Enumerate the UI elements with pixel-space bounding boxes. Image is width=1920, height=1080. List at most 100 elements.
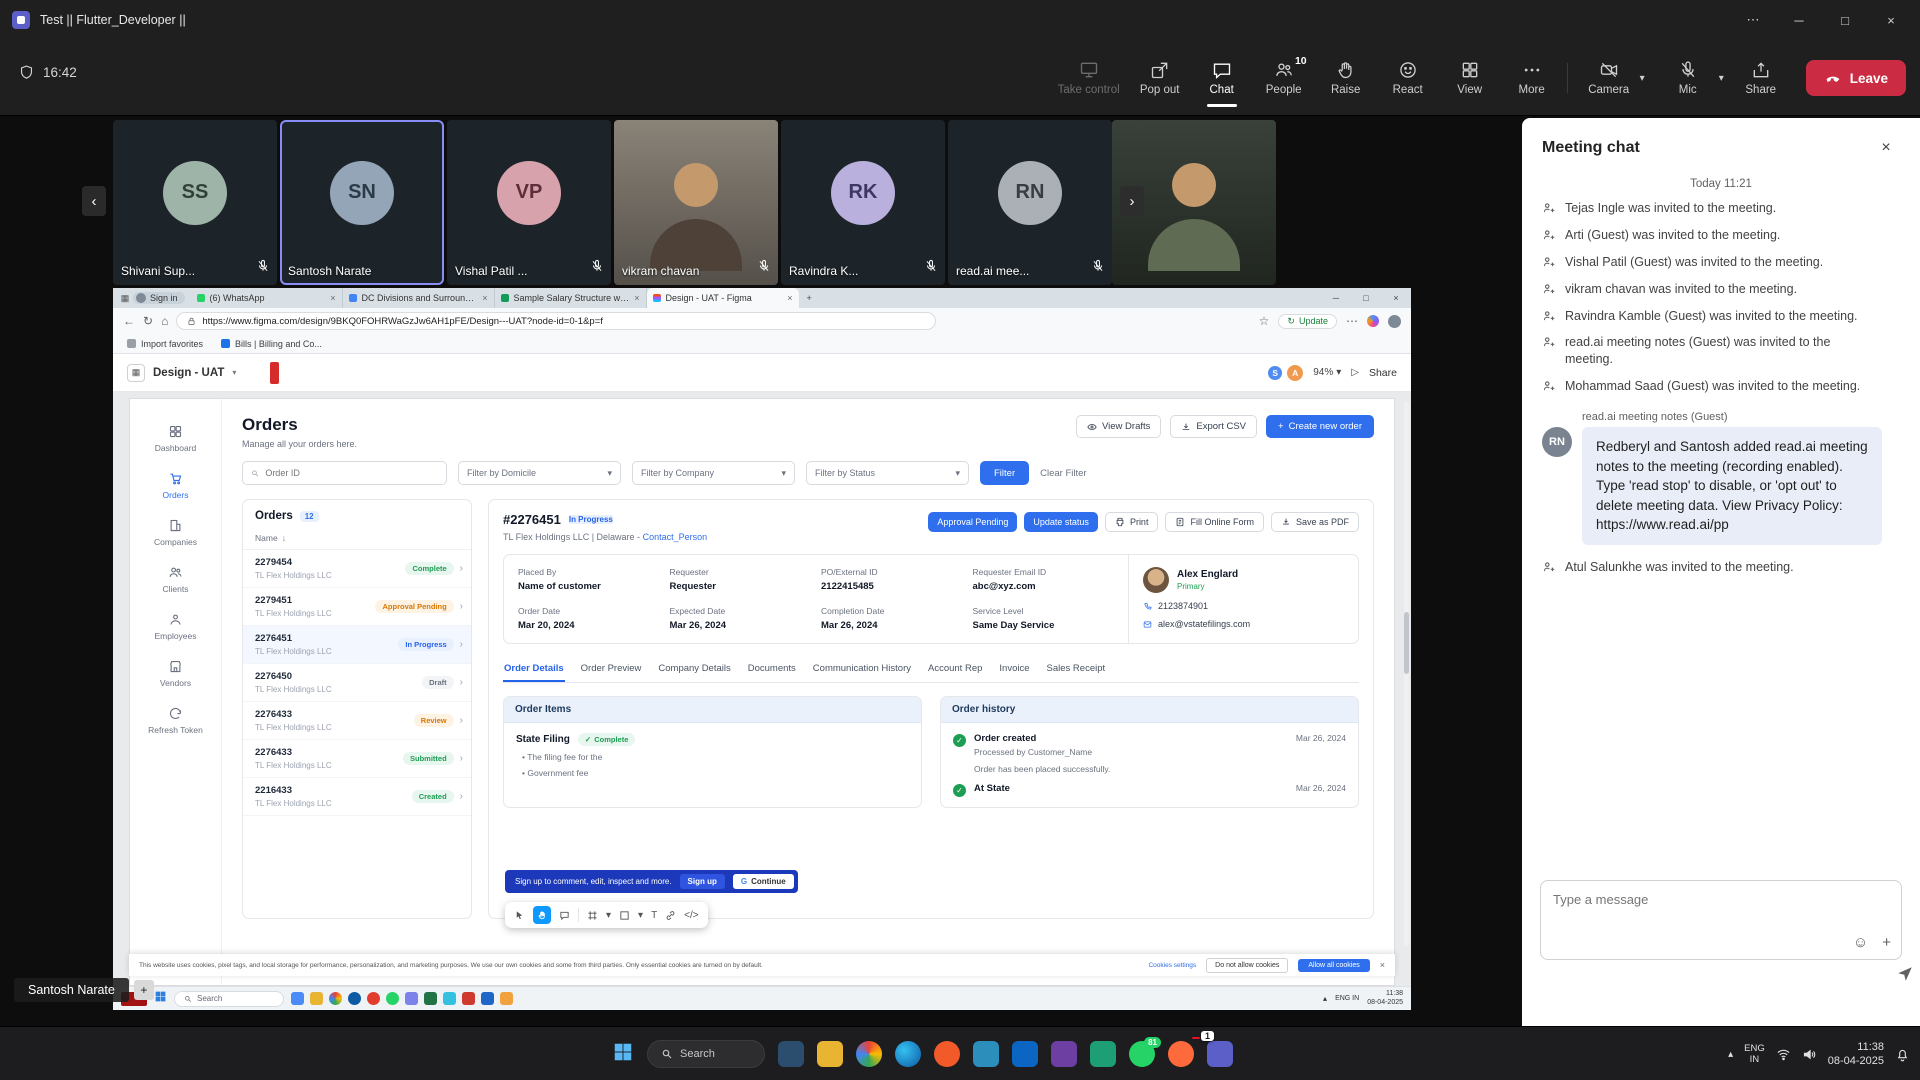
- sidebar-item-employees[interactable]: Employees: [130, 603, 221, 650]
- order-id-input[interactable]: [265, 468, 438, 478]
- contact-phone[interactable]: 2123874901: [1143, 601, 1344, 611]
- figma-share-button[interactable]: Share: [1369, 367, 1397, 379]
- refresh-icon[interactable]: ↻: [143, 314, 153, 328]
- deny-cookies-button[interactable]: Do not allow cookies: [1206, 958, 1288, 973]
- contact-email[interactable]: alex@vstatefilings.com: [1143, 619, 1344, 629]
- order-row[interactable]: 2276450TL Flex Holdings LLC Draft ›: [243, 664, 471, 702]
- tab-close-icon[interactable]: ×: [482, 293, 487, 303]
- participant-tile[interactable]: vikram chavan: [614, 120, 778, 285]
- back-icon[interactable]: ←: [123, 314, 135, 328]
- browser-tab-figma-active[interactable]: Design - UAT - Figma ×: [647, 288, 799, 308]
- order-row[interactable]: 2279451TL Flex Holdings LLC Approval Pen…: [243, 588, 471, 626]
- sidebar-item-orders[interactable]: Orders: [130, 462, 221, 509]
- tab-order-details[interactable]: Order Details: [503, 657, 565, 682]
- clear-filter-link[interactable]: Clear Filter: [1040, 468, 1086, 479]
- camera-button[interactable]: Camera: [1578, 47, 1640, 109]
- raise-button[interactable]: Raise: [1315, 47, 1377, 109]
- import-favorites-link[interactable]: Import favorites: [127, 339, 203, 349]
- chat-button[interactable]: Chat: [1191, 47, 1253, 109]
- share-button[interactable]: Share: [1730, 47, 1792, 109]
- vertical-tabs-icon[interactable]: ▦: [117, 293, 133, 304]
- taskbar-app-icon[interactable]: [367, 992, 380, 1005]
- sidebar-item-companies[interactable]: Companies: [130, 509, 221, 556]
- tab-close-icon[interactable]: ×: [634, 293, 639, 303]
- browser-menu-icon[interactable]: ⋯: [1346, 314, 1358, 328]
- shared-language-indicator[interactable]: ENG IN: [1335, 995, 1359, 1002]
- filter-button[interactable]: Filter: [980, 461, 1029, 485]
- home-icon[interactable]: ⌂: [161, 314, 168, 328]
- participant-tile[interactable]: SS Shivani Sup...: [113, 120, 277, 285]
- participant-tile[interactable]: VP Vishal Patil ...: [447, 120, 611, 285]
- send-message-icon[interactable]: [1896, 965, 1914, 988]
- figma-file-name[interactable]: Design - UAT: [153, 367, 224, 379]
- window-maximize-icon[interactable]: □: [1822, 0, 1868, 40]
- chat-close-icon[interactable]: ×: [1872, 134, 1900, 162]
- copilot-icon[interactable]: [1367, 315, 1379, 327]
- fill-online-form-button[interactable]: Fill Online Form: [1165, 512, 1264, 532]
- filter-status-dropdown[interactable]: Filter by Status ▾: [806, 461, 969, 485]
- participant-tile[interactable]: RN read.ai mee...: [948, 120, 1112, 285]
- emoji-icon[interactable]: ☺: [1853, 934, 1868, 951]
- url-field[interactable]: https://www.figma.com/design/9BKQ0FOHRWa…: [176, 312, 936, 330]
- volume-icon[interactable]: [1802, 1047, 1817, 1062]
- taskbar-app-icon[interactable]: [1012, 1041, 1038, 1067]
- taskbar-app-icon[interactable]: [348, 992, 361, 1005]
- browser-close-icon[interactable]: ×: [1381, 293, 1411, 303]
- new-tab-icon[interactable]: +: [799, 293, 820, 303]
- order-row-selected[interactable]: 2276451TL Flex Holdings LLC In Progress …: [243, 626, 471, 664]
- tab-order-preview[interactable]: Order Preview: [580, 657, 643, 682]
- mic-button[interactable]: Mic: [1657, 47, 1719, 109]
- name-column-header[interactable]: Name: [255, 533, 278, 543]
- tab-sales-receipt[interactable]: Sales Receipt: [1046, 657, 1107, 682]
- taskbar-edge-icon[interactable]: [895, 1041, 921, 1067]
- presenter-pin-icon[interactable]: +: [134, 980, 154, 1000]
- taskbar-app-icon[interactable]: [1168, 1041, 1194, 1067]
- chat-input-box[interactable]: ☺ +: [1540, 880, 1902, 960]
- taskbar-chrome-icon[interactable]: [856, 1041, 882, 1067]
- shared-clock[interactable]: 11:38 08-04-2025: [1367, 990, 1403, 1008]
- sidebar-item-dashboard[interactable]: Dashboard: [130, 415, 221, 462]
- filter-company-dropdown[interactable]: Filter by Company ▾: [632, 461, 795, 485]
- taskbar-app-icon[interactable]: [778, 1041, 804, 1067]
- sign-up-button[interactable]: Sign up: [680, 874, 725, 889]
- browser-profile-avatar[interactable]: [1388, 315, 1401, 328]
- camera-options-chevron-icon[interactable]: ▾: [1640, 73, 1651, 98]
- leave-button[interactable]: Leave: [1806, 60, 1906, 96]
- save-as-pdf-button[interactable]: Save as PDF: [1271, 512, 1359, 532]
- taskbar-app-icon[interactable]: [386, 992, 399, 1005]
- tab-close-icon[interactable]: ×: [330, 293, 335, 303]
- taskbar-app-icon[interactable]: [1051, 1041, 1077, 1067]
- browser-update-button[interactable]: ↻ Update: [1278, 314, 1337, 329]
- collaborator-avatar[interactable]: A: [1287, 365, 1303, 381]
- cursor-tool-icon[interactable]: [514, 910, 525, 921]
- browser-maximize-icon[interactable]: □: [1351, 293, 1381, 303]
- taskbar-app-icon[interactable]: [462, 992, 475, 1005]
- figma-menu-icon[interactable]: ▦: [127, 364, 145, 382]
- link-tool-icon[interactable]: [665, 910, 676, 921]
- tray-chevron-icon[interactable]: ▴: [1323, 994, 1327, 1003]
- react-button[interactable]: React: [1377, 47, 1439, 109]
- bills-bookmark-link[interactable]: Bills | Billing and Co...: [221, 339, 322, 349]
- view-button[interactable]: View: [1439, 47, 1501, 109]
- tab-communication-history[interactable]: Communication History: [812, 657, 912, 682]
- order-row[interactable]: 2276433TL Flex Holdings LLC Submitted ›: [243, 740, 471, 778]
- google-continue-button[interactable]: G Continue: [733, 874, 794, 889]
- sidebar-item-clients[interactable]: Clients: [130, 556, 221, 603]
- people-button[interactable]: 10 People: [1253, 47, 1315, 109]
- taskbar-app-icon[interactable]: [310, 992, 323, 1005]
- collaborator-avatar[interactable]: S: [1267, 365, 1283, 381]
- tab-close-icon[interactable]: ×: [787, 293, 792, 303]
- taskbar-folder-icon[interactable]: [817, 1041, 843, 1067]
- allow-cookies-button[interactable]: Allow all cookies: [1298, 959, 1369, 972]
- taskbar-search-box[interactable]: Search: [647, 1040, 765, 1068]
- strip-scroll-left-button[interactable]: ‹: [82, 186, 106, 216]
- sidebar-item-refresh-token[interactable]: Refresh Token: [130, 697, 221, 744]
- start-button[interactable]: [612, 1041, 634, 1068]
- chat-message-input[interactable]: [1553, 892, 1889, 907]
- order-row[interactable]: 2279454TL Flex Holdings LLC Complete ›: [243, 550, 471, 588]
- shape-tool-icon[interactable]: [619, 910, 630, 921]
- taskbar-app-icon[interactable]: [443, 992, 456, 1005]
- taskbar-brave-icon[interactable]: [934, 1041, 960, 1067]
- browser-tab-salary-sheet[interactable]: Sample Salary Structure with calc ×: [495, 288, 647, 308]
- sidebar-item-vendors[interactable]: Vendors: [130, 650, 221, 697]
